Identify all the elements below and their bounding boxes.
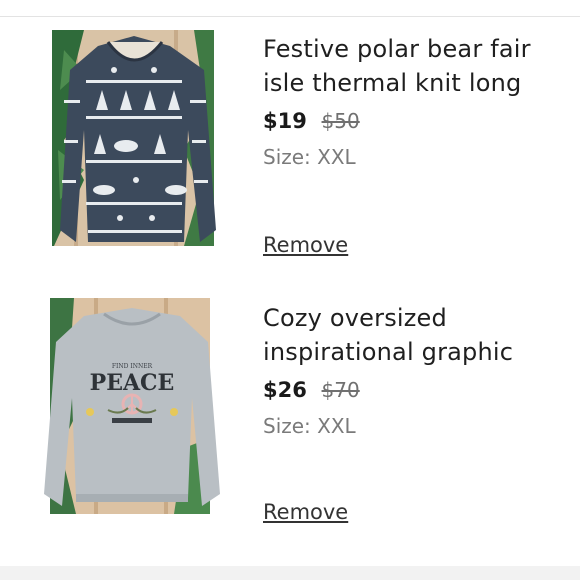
sweater-photo [24, 30, 240, 246]
graphic-main-text: PEACE [90, 370, 175, 396]
remove-button[interactable]: Remove [263, 233, 348, 257]
cart-page: Festive polar bear fair isle thermal kni… [0, 0, 580, 580]
graphic-top-text: FIND INNER [112, 363, 153, 370]
current-price: $26 [263, 378, 307, 402]
bottom-divider [0, 566, 580, 580]
original-price: $70 [321, 378, 360, 402]
price-row: $19 $50 [263, 104, 563, 138]
current-price: $19 [263, 109, 307, 133]
price-row: $26 $70 [263, 373, 563, 407]
top-divider [0, 16, 580, 17]
sweatshirt-photo: FIND INNER PEACE [24, 298, 240, 514]
product-info: Festive polar bear fair isle thermal kni… [263, 32, 563, 172]
product-image[interactable] [24, 30, 240, 246]
size-label: Size: XXL [263, 145, 356, 169]
product-image[interactable]: FIND INNER PEACE [24, 298, 240, 514]
original-price: $50 [321, 109, 360, 133]
product-title[interactable]: Cozy oversized inspirational graphic [263, 301, 563, 369]
product-title[interactable]: Festive polar bear fair isle thermal kni… [263, 32, 563, 100]
size-label: Size: XXL [263, 414, 356, 438]
product-info: Cozy oversized inspirational graphic $26… [263, 301, 563, 441]
remove-button[interactable]: Remove [263, 500, 348, 524]
